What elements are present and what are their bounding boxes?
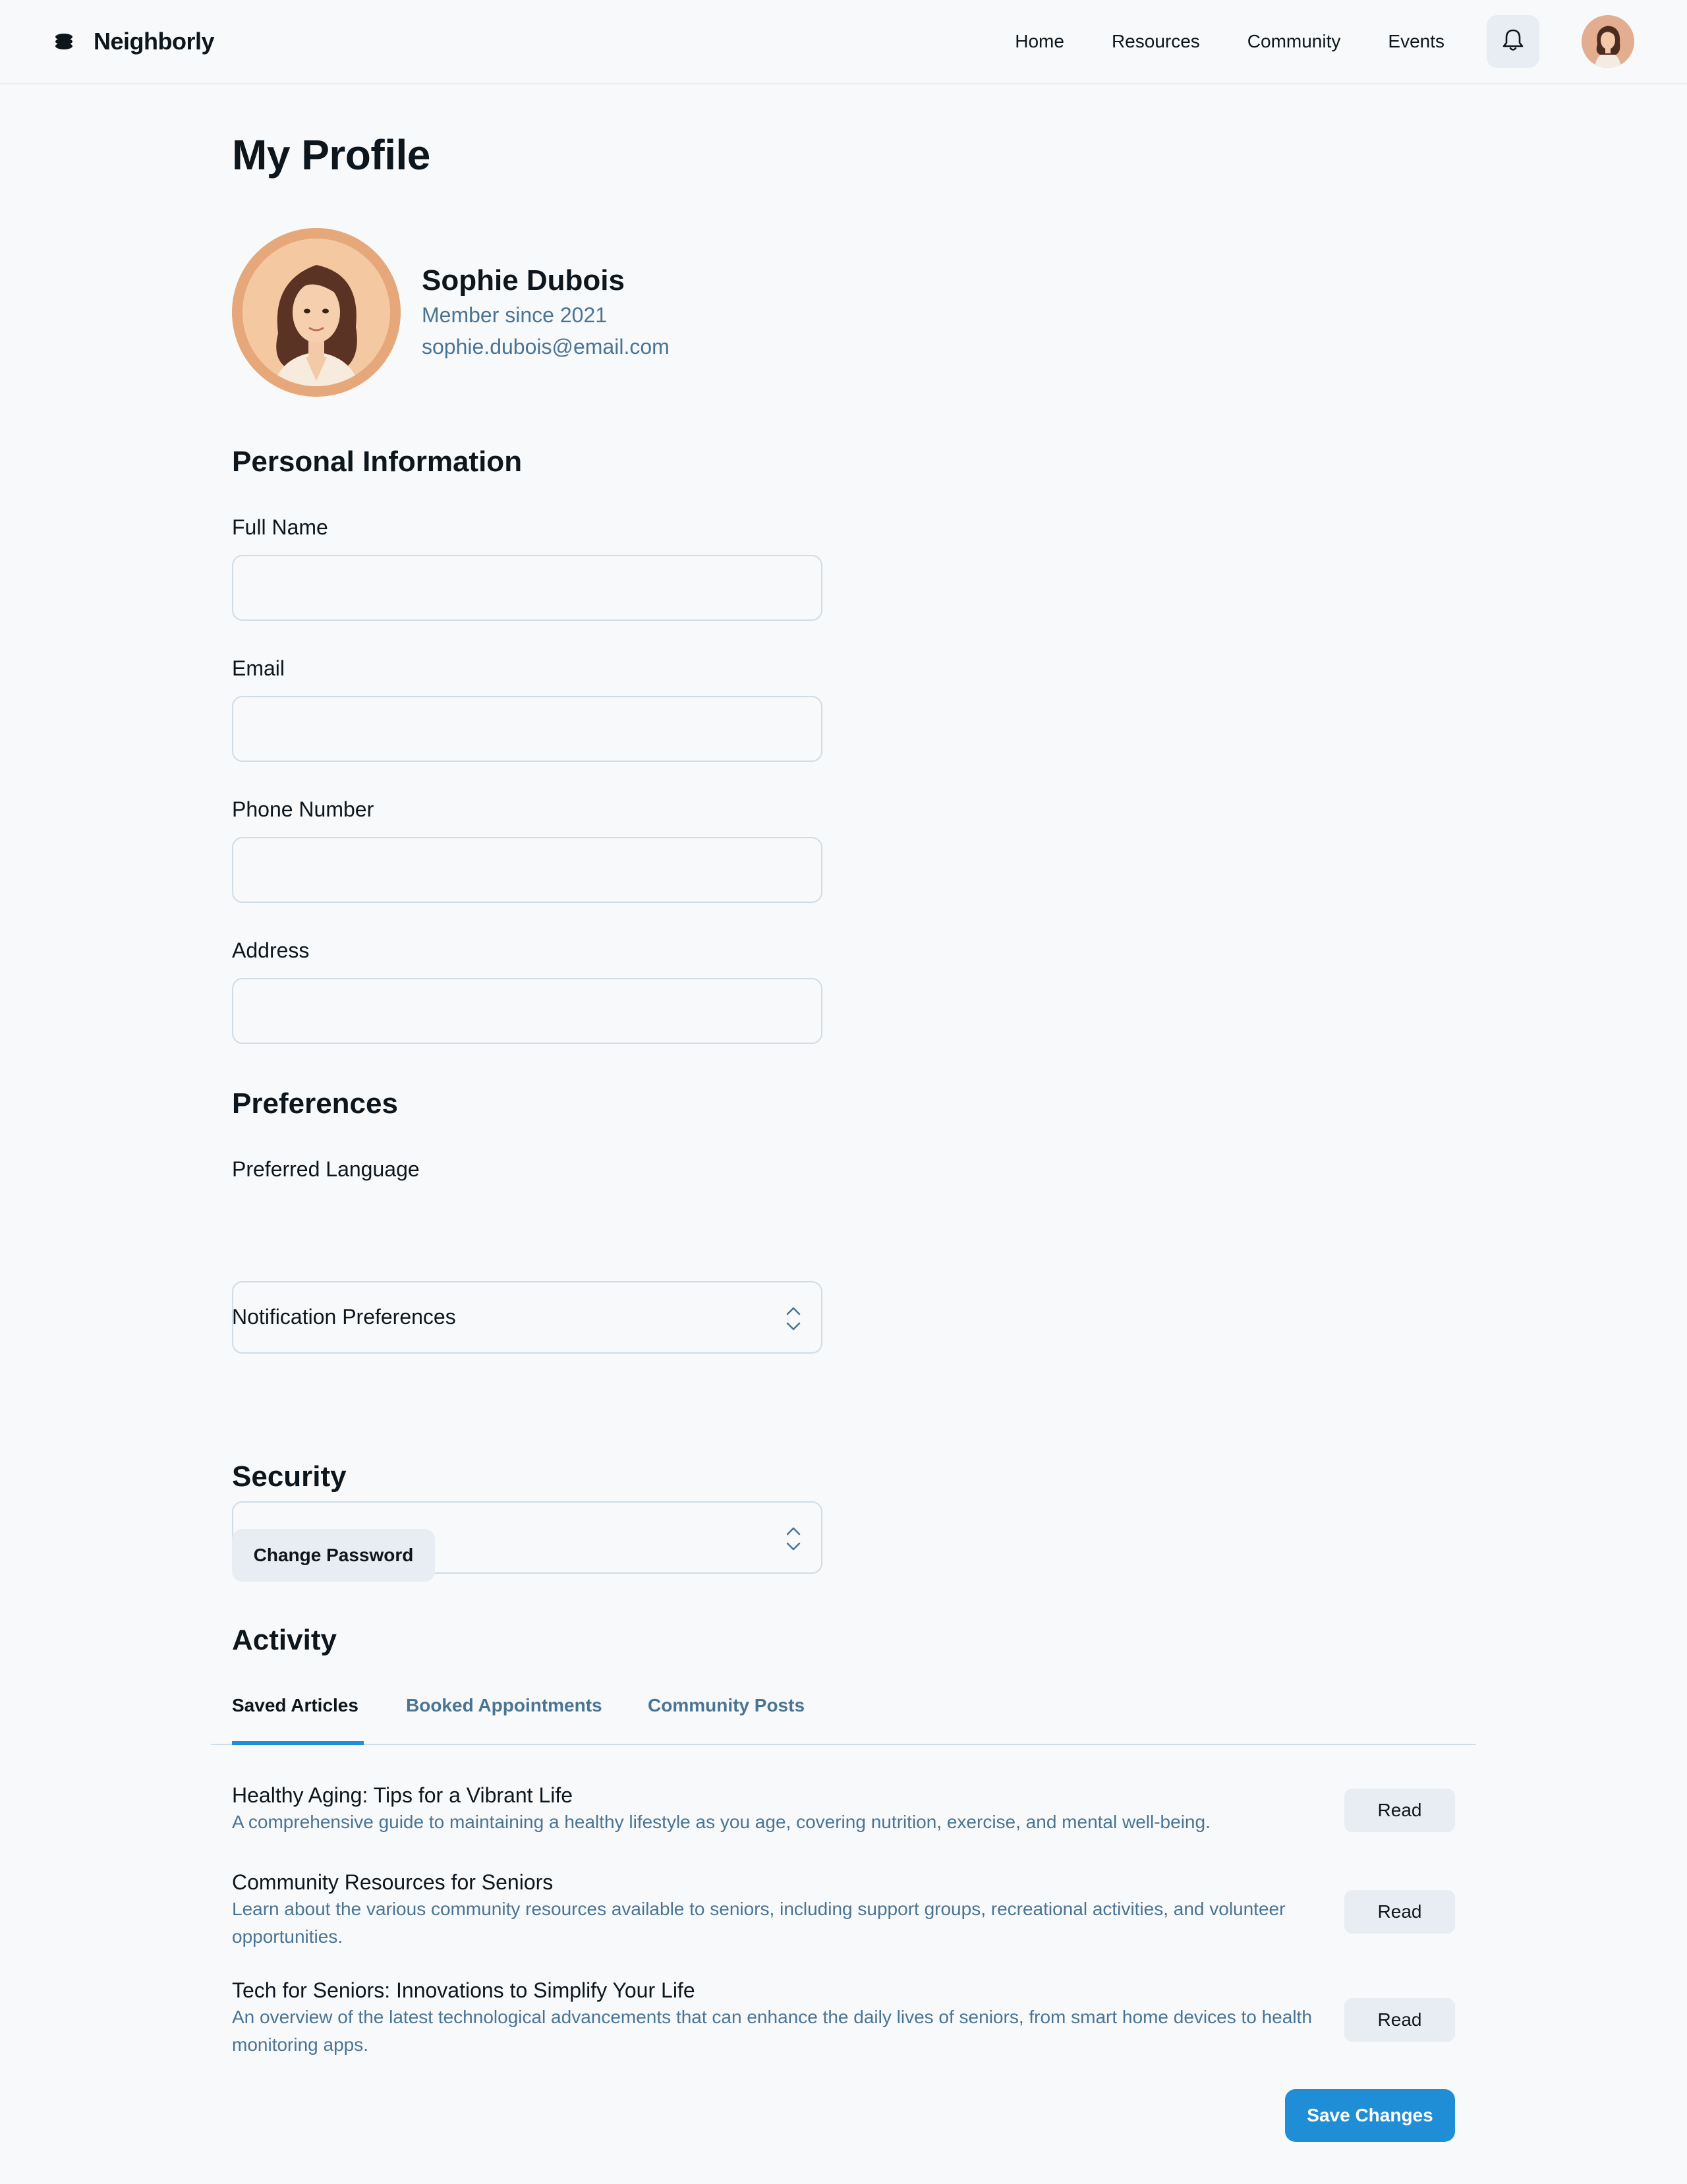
phone-field[interactable] bbox=[232, 837, 822, 903]
notification-prefs-label: Notification Preferences bbox=[232, 1305, 456, 1329]
language-label: Preferred Language bbox=[232, 1157, 420, 1181]
article-title: Healthy Aging: Tips for a Vibrant Life bbox=[232, 1783, 573, 1807]
article-description: An overview of the latest technological … bbox=[232, 2007, 1312, 2055]
article-description: Learn about the various community resour… bbox=[232, 1899, 1286, 1947]
nav-resources[interactable]: Resources bbox=[1112, 31, 1200, 52]
top-nav-bar: Neighborly Home Resources Community Even… bbox=[0, 0, 1687, 84]
brand[interactable]: Neighborly bbox=[53, 28, 215, 55]
list-item: Healthy Aging: Tips for a Vibrant Life A… bbox=[232, 1782, 1455, 1836]
chevron-up-down-icon bbox=[784, 1524, 803, 1554]
chevron-up-down-icon bbox=[784, 1304, 803, 1334]
brand-name: Neighborly bbox=[94, 28, 215, 55]
email-label: Email bbox=[232, 656, 285, 680]
preferences-heading: Preferences bbox=[232, 1087, 398, 1120]
list-item: Community Resources for Seniors Learn ab… bbox=[232, 1869, 1455, 1951]
active-tab-indicator bbox=[232, 1741, 364, 1745]
article-description: A comprehensive guide to maintaining a h… bbox=[232, 1812, 1211, 1832]
nav-events[interactable]: Events bbox=[1388, 31, 1444, 52]
profile-summary: Sophie Dubois Member since 2021 sophie.d… bbox=[232, 228, 670, 397]
notifications-button[interactable] bbox=[1487, 15, 1539, 68]
nav-home[interactable]: Home bbox=[1015, 31, 1064, 52]
full-name-field[interactable] bbox=[232, 555, 822, 621]
user-avatar[interactable] bbox=[1582, 15, 1634, 68]
list-item: Tech for Seniors: Innovations to Simplif… bbox=[232, 1977, 1455, 2059]
email-field[interactable] bbox=[232, 696, 822, 762]
read-button[interactable]: Read bbox=[1344, 1789, 1455, 1832]
main-nav: Home Resources Community Events bbox=[1015, 15, 1634, 68]
phone-label: Phone Number bbox=[232, 797, 374, 821]
logo-icon bbox=[53, 30, 75, 53]
profile-name: Sophie Dubois bbox=[422, 264, 625, 297]
address-field[interactable] bbox=[232, 978, 822, 1044]
read-button[interactable]: Read bbox=[1344, 1890, 1455, 1934]
profile-avatar bbox=[232, 228, 401, 397]
tab-booked-appointments[interactable]: Booked Appointments bbox=[406, 1695, 602, 1716]
save-changes-button[interactable]: Save Changes bbox=[1285, 2089, 1455, 2142]
article-title: Tech for Seniors: Innovations to Simplif… bbox=[232, 1978, 695, 2002]
profile-email: sophie.dubois@email.com bbox=[422, 335, 670, 359]
tab-saved-articles[interactable]: Saved Articles bbox=[232, 1695, 358, 1716]
address-label: Address bbox=[232, 938, 310, 962]
activity-heading: Activity bbox=[232, 1624, 337, 1656]
article-title: Community Resources for Seniors bbox=[232, 1870, 554, 1894]
full-name-label: Full Name bbox=[232, 515, 328, 539]
personal-info-heading: Personal Information bbox=[232, 445, 523, 478]
change-password-button[interactable]: Change Password bbox=[232, 1529, 435, 1582]
tabs-divider bbox=[211, 1744, 1476, 1745]
bell-icon bbox=[1502, 28, 1524, 55]
member-since: Member since 2021 bbox=[422, 303, 608, 327]
page-title: My Profile bbox=[232, 131, 430, 179]
read-button[interactable]: Read bbox=[1344, 1998, 1455, 2042]
profile-meta: Sophie Dubois Member since 2021 sophie.d… bbox=[422, 262, 670, 362]
nav-community[interactable]: Community bbox=[1247, 31, 1341, 52]
security-heading: Security bbox=[232, 1460, 347, 1493]
tab-community-posts[interactable]: Community Posts bbox=[648, 1695, 805, 1716]
